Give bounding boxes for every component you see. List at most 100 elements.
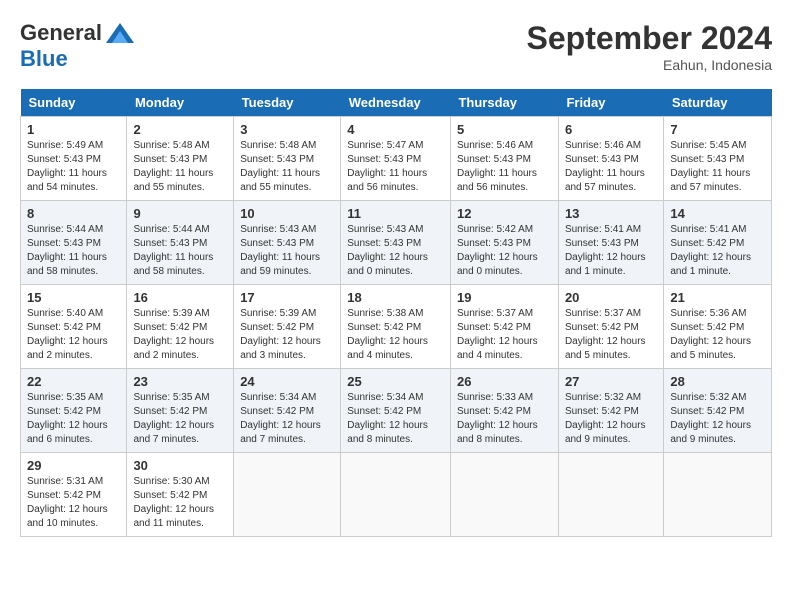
day-info: Sunrise: 5:44 AMSunset: 5:43 PMDaylight:… <box>133 223 227 279</box>
calendar-cell <box>341 453 451 537</box>
calendar-cell: 9 Sunrise: 5:44 AMSunset: 5:43 PMDaylight… <box>127 201 234 285</box>
calendar-cell: 13Sunrise: 5:41 AMSunset: 5:43 PMDayligh… <box>558 201 663 285</box>
day-number: 22 <box>27 374 120 389</box>
day-info: Sunrise: 5:42 AMSunset: 5:43 PMDaylight:… <box>457 223 552 279</box>
calendar-cell: 2 Sunrise: 5:48 AMSunset: 5:43 PMDaylight… <box>127 117 234 201</box>
day-info: Sunrise: 5:43 AMSunset: 5:43 PMDaylight:… <box>240 223 334 279</box>
calendar-cell: 8 Sunrise: 5:44 AMSunset: 5:43 PMDaylight… <box>21 201 127 285</box>
logo-icon <box>106 23 134 43</box>
day-number: 27 <box>565 374 657 389</box>
calendar-cell: 27 Sunrise: 5:32 AMSunset: 5:42 PMDayligh… <box>558 369 663 453</box>
day-info: Sunrise: 5:37 AMSunset: 5:42 PMDaylight:… <box>457 307 552 363</box>
day-info: Sunrise: 5:32 AMSunset: 5:42 PMDaylight:… <box>670 391 765 447</box>
day-number: 24 <box>240 374 334 389</box>
calendar-cell: 16Sunrise: 5:39 AMSunset: 5:42 PMDayligh… <box>127 285 234 369</box>
calendar-cell: 26 Sunrise: 5:33 AMSunset: 5:42 PMDayligh… <box>450 369 558 453</box>
day-number: 6 <box>565 122 657 137</box>
day-number: 5 <box>457 122 552 137</box>
calendar-cell: 6 Sunrise: 5:46 AMSunset: 5:43 PMDaylight… <box>558 117 663 201</box>
day-info: Sunrise: 5:49 AMSunset: 5:43 PMDaylight:… <box>27 139 120 195</box>
day-info: Sunrise: 5:41 AMSunset: 5:42 PMDaylight:… <box>670 223 765 279</box>
calendar-week-row: 29Sunrise: 5:31 AMSunset: 5:42 PMDayligh… <box>21 453 772 537</box>
day-info: Sunrise: 5:46 AMSunset: 5:43 PMDaylight:… <box>457 139 552 195</box>
calendar-cell: 12 Sunrise: 5:42 AMSunset: 5:43 PMDayligh… <box>450 201 558 285</box>
day-info: Sunrise: 5:30 AMSunset: 5:42 PMDaylight:… <box>133 475 227 531</box>
day-number: 4 <box>347 122 444 137</box>
day-number: 25 <box>347 374 444 389</box>
day-info: Sunrise: 5:47 AMSunset: 5:43 PMDaylight:… <box>347 139 444 195</box>
calendar-cell: 29Sunrise: 5:31 AMSunset: 5:42 PMDayligh… <box>21 453 127 537</box>
day-number: 2 <box>133 122 227 137</box>
calendar-cell: 11 Sunrise: 5:43 AMSunset: 5:43 PMDayligh… <box>341 201 451 285</box>
calendar-cell: 19 Sunrise: 5:37 AMSunset: 5:42 PMDayligh… <box>450 285 558 369</box>
calendar-cell: 20 Sunrise: 5:37 AMSunset: 5:42 PMDayligh… <box>558 285 663 369</box>
calendar-cell: 10Sunrise: 5:43 AMSunset: 5:43 PMDayligh… <box>234 201 341 285</box>
day-info: Sunrise: 5:45 AMSunset: 5:43 PMDaylight:… <box>670 139 765 195</box>
day-info: Sunrise: 5:38 AMSunset: 5:42 PMDaylight:… <box>347 307 444 363</box>
day-number: 18 <box>347 290 444 305</box>
calendar-cell: 28 Sunrise: 5:32 AMSunset: 5:42 PMDayligh… <box>664 369 772 453</box>
calendar-cell: 4 Sunrise: 5:47 AMSunset: 5:43 PMDaylight… <box>341 117 451 201</box>
day-number: 19 <box>457 290 552 305</box>
day-number: 26 <box>457 374 552 389</box>
day-number: 14 <box>670 206 765 221</box>
calendar-cell: 15 Sunrise: 5:40 AMSunset: 5:42 PMDayligh… <box>21 285 127 369</box>
location-text: Eahun, Indonesia <box>527 57 772 73</box>
day-number: 28 <box>670 374 765 389</box>
day-number: 17 <box>240 290 334 305</box>
calendar-cell <box>664 453 772 537</box>
day-header-wednesday: Wednesday <box>341 89 451 117</box>
calendar-table: SundayMondayTuesdayWednesdayThursdayFrid… <box>20 89 772 537</box>
day-info: Sunrise: 5:37 AMSunset: 5:42 PMDaylight:… <box>565 307 657 363</box>
logo-general-text: General <box>20 20 102 46</box>
day-number: 8 <box>27 206 120 221</box>
title-section: September 2024 Eahun, Indonesia <box>527 20 772 73</box>
calendar-cell: 25 Sunrise: 5:34 AMSunset: 5:42 PMDayligh… <box>341 369 451 453</box>
day-number: 3 <box>240 122 334 137</box>
calendar-cell <box>234 453 341 537</box>
day-info: Sunrise: 5:48 AMSunset: 5:43 PMDaylight:… <box>133 139 227 195</box>
day-number: 1 <box>27 122 120 137</box>
day-info: Sunrise: 5:44 AMSunset: 5:43 PMDaylight:… <box>27 223 120 279</box>
calendar-week-row: 22 Sunrise: 5:35 AMSunset: 5:42 PMDayligh… <box>21 369 772 453</box>
day-number: 12 <box>457 206 552 221</box>
day-info: Sunrise: 5:36 AMSunset: 5:42 PMDaylight:… <box>670 307 765 363</box>
calendar-cell: 23Sunrise: 5:35 AMSunset: 5:42 PMDayligh… <box>127 369 234 453</box>
day-info: Sunrise: 5:48 AMSunset: 5:43 PMDaylight:… <box>240 139 334 195</box>
day-number: 7 <box>670 122 765 137</box>
day-info: Sunrise: 5:39 AMSunset: 5:42 PMDaylight:… <box>240 307 334 363</box>
day-info: Sunrise: 5:35 AMSunset: 5:42 PMDaylight:… <box>27 391 120 447</box>
day-info: Sunrise: 5:31 AMSunset: 5:42 PMDaylight:… <box>27 475 120 531</box>
calendar-cell: 22 Sunrise: 5:35 AMSunset: 5:42 PMDayligh… <box>21 369 127 453</box>
day-header-saturday: Saturday <box>664 89 772 117</box>
logo: General Blue <box>20 20 134 72</box>
calendar-cell: 18 Sunrise: 5:38 AMSunset: 5:42 PMDayligh… <box>341 285 451 369</box>
calendar-cell: 7 Sunrise: 5:45 AMSunset: 5:43 PMDaylight… <box>664 117 772 201</box>
day-number: 11 <box>347 206 444 221</box>
day-number: 20 <box>565 290 657 305</box>
calendar-week-row: 8 Sunrise: 5:44 AMSunset: 5:43 PMDaylight… <box>21 201 772 285</box>
day-info: Sunrise: 5:34 AMSunset: 5:42 PMDaylight:… <box>347 391 444 447</box>
day-number: 21 <box>670 290 765 305</box>
day-number: 15 <box>27 290 120 305</box>
day-info: Sunrise: 5:33 AMSunset: 5:42 PMDaylight:… <box>457 391 552 447</box>
calendar-cell: 5 Sunrise: 5:46 AMSunset: 5:43 PMDaylight… <box>450 117 558 201</box>
day-info: Sunrise: 5:32 AMSunset: 5:42 PMDaylight:… <box>565 391 657 447</box>
day-header-tuesday: Tuesday <box>234 89 341 117</box>
calendar-header-row: SundayMondayTuesdayWednesdayThursdayFrid… <box>21 89 772 117</box>
calendar-cell: 17 Sunrise: 5:39 AMSunset: 5:42 PMDayligh… <box>234 285 341 369</box>
calendar-cell <box>558 453 663 537</box>
day-info: Sunrise: 5:43 AMSunset: 5:43 PMDaylight:… <box>347 223 444 279</box>
calendar-cell <box>450 453 558 537</box>
day-info: Sunrise: 5:40 AMSunset: 5:42 PMDaylight:… <box>27 307 120 363</box>
calendar-cell: 21 Sunrise: 5:36 AMSunset: 5:42 PMDayligh… <box>664 285 772 369</box>
day-number: 23 <box>133 374 227 389</box>
month-title: September 2024 <box>527 20 772 57</box>
day-number: 9 <box>133 206 227 221</box>
day-info: Sunrise: 5:46 AMSunset: 5:43 PMDaylight:… <box>565 139 657 195</box>
day-number: 30 <box>133 458 227 473</box>
day-header-sunday: Sunday <box>21 89 127 117</box>
day-number: 13 <box>565 206 657 221</box>
calendar-cell: 14 Sunrise: 5:41 AMSunset: 5:42 PMDayligh… <box>664 201 772 285</box>
calendar-week-row: 15 Sunrise: 5:40 AMSunset: 5:42 PMDayligh… <box>21 285 772 369</box>
